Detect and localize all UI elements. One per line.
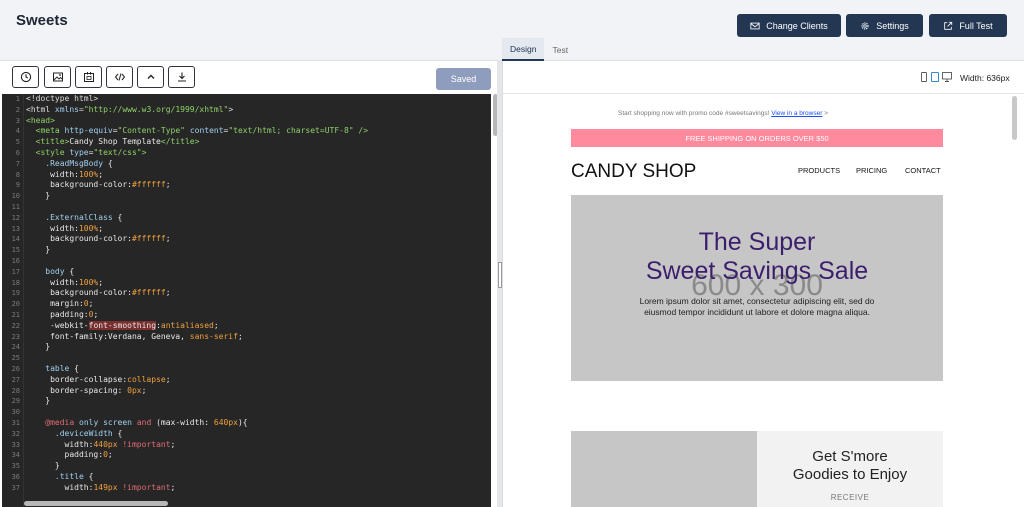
view-in-browser-link[interactable]: View in a browser — [771, 110, 822, 117]
code-content[interactable]: <!doctype html> <html xmlns="http://www.… — [26, 94, 491, 493]
line-number: 5 — [15, 138, 20, 147]
line-number: 35 — [11, 462, 20, 471]
promo-card: Get S'more Goodies to Enjoy RECEIVE — [757, 431, 943, 507]
nav-contact[interactable]: CONTACT — [905, 166, 941, 175]
line-number: 10 — [11, 192, 20, 201]
free-shipping-banner: FREE SHIPPING ON ORDERS OVER $50 — [571, 129, 943, 147]
line-number: 31 — [11, 418, 20, 427]
mobile-device-icon[interactable] — [920, 72, 928, 82]
line-number: 2 — [15, 105, 20, 114]
hero-title-line-1: The Super — [698, 228, 816, 256]
line-number: 21 — [11, 310, 20, 319]
clock-icon — [20, 71, 31, 83]
brand-logo-text: CANDY SHOP — [571, 161, 697, 182]
line-number: 34 — [11, 451, 20, 460]
line-number: 13 — [11, 224, 20, 233]
line-number: 37 — [11, 483, 20, 492]
preview-width-label: Width: 636px — [960, 73, 1010, 83]
line-number: 30 — [11, 408, 20, 417]
line-number: 36 — [11, 472, 20, 481]
download-button[interactable] — [168, 66, 195, 88]
change-clients-button[interactable]: Change Clients — [737, 14, 841, 37]
promo-text: Start shopping now with promo code #swee… — [618, 110, 772, 117]
app-title: Sweets — [16, 12, 68, 29]
gear-icon — [861, 21, 869, 30]
line-number: 16 — [11, 256, 20, 265]
history-button[interactable] — [12, 66, 39, 88]
nav-products[interactable]: PRODUCTS — [798, 166, 840, 175]
email-preview: Start shopping now with promo code #swee… — [503, 94, 1024, 507]
view-tabs: Design Test — [502, 38, 576, 61]
desktop-device-icon[interactable] — [942, 72, 952, 82]
line-number: 12 — [11, 213, 20, 222]
code-icon — [114, 73, 125, 81]
line-number: 6 — [15, 148, 20, 157]
settings-button[interactable]: Settings — [846, 14, 923, 37]
nav-pricing[interactable]: PRICING — [856, 166, 887, 175]
card-title-line-2: Goodies to Enjoy — [792, 466, 908, 483]
line-number: 26 — [11, 364, 20, 373]
envelope-icon — [750, 22, 760, 29]
download-icon — [177, 72, 186, 82]
line-number: 33 — [11, 440, 20, 449]
hero-title-line-2: Sweet Savings Sale — [645, 257, 869, 285]
line-number: 18 — [11, 278, 20, 287]
hero-banner: 600 x 300 The Super Sweet Savings Sale L… — [571, 195, 943, 381]
line-number: 3 — [15, 116, 20, 125]
preview-panel: Width: 636px Start shopping now with pro… — [502, 61, 1024, 507]
line-number: 17 — [11, 267, 20, 276]
tablet-device-icon[interactable] — [931, 72, 939, 82]
preview-scrollbar[interactable] — [1012, 96, 1017, 140]
line-number: 32 — [11, 429, 20, 438]
preview-toolbar: Width: 636px — [503, 61, 1024, 94]
snippet-icon — [83, 72, 94, 82]
app-window: Sweets Change Clients Settings Full Test… — [0, 0, 1024, 507]
full-test-button[interactable]: Full Test — [929, 14, 1007, 37]
chevron-up-icon — [147, 74, 154, 79]
code-editor[interactable]: 1 2 3 4 5 6 7 8 9 10 11 12 13 14 15 16 17 18 19 20 21 22 23 24 2… — [2, 94, 491, 507]
line-number: 22 — [11, 321, 20, 330]
top-bar: Sweets Change Clients Settings Full Test… — [0, 0, 1024, 61]
editor-toolbar: Saved — [0, 61, 497, 94]
line-number: 8 — [15, 170, 20, 179]
line-number: 29 — [11, 397, 20, 406]
editor-horizontal-scrollbar[interactable] — [24, 501, 168, 506]
line-number: 7 — [15, 159, 20, 168]
snippet-button[interactable] — [75, 66, 102, 88]
line-number: 4 — [15, 127, 20, 136]
tab-test[interactable]: Test — [544, 38, 576, 61]
image-button[interactable] — [44, 66, 71, 88]
line-number: 19 — [11, 289, 20, 298]
saved-button[interactable]: Saved — [436, 68, 491, 90]
promo-arrow: > — [822, 110, 828, 117]
line-number: 15 — [11, 246, 20, 255]
line-number: 27 — [11, 375, 20, 384]
line-number-gutter: 1 2 3 4 5 6 7 8 9 10 11 12 13 14 15 16 17 18 19 20 21 22 23 24 2… — [2, 94, 24, 507]
line-number: 23 — [11, 332, 20, 341]
promo-line: Start shopping now with promo code #swee… — [503, 110, 943, 117]
image-icon — [52, 72, 63, 82]
tab-design[interactable]: Design — [502, 38, 545, 61]
card-title-line-1: Get S'more — [812, 448, 888, 465]
full-test-label: Full Test — [959, 20, 993, 31]
line-number: 9 — [15, 181, 20, 190]
line-number: 1 — [15, 95, 20, 103]
code-view-button[interactable] — [106, 66, 133, 88]
external-link-icon — [944, 21, 953, 30]
hero-body-text: Lorem ipsum dolor sit amet, consectetur … — [639, 296, 875, 317]
change-clients-label: Change Clients — [766, 20, 828, 31]
settings-label: Settings — [876, 20, 909, 31]
line-number: 11 — [11, 202, 20, 211]
line-number: 20 — [11, 300, 20, 309]
line-number: 25 — [11, 354, 20, 363]
code-panel: Saved 1 2 3 4 5 6 7 8 9 10 11 12 13 14 15 16 17 18 19 20 21 2… — [0, 61, 497, 507]
line-number: 24 — [11, 343, 20, 352]
card-image-placeholder — [571, 431, 757, 507]
card-title: Get S'more Goodies to Enjoy — [757, 448, 943, 484]
line-number: 14 — [11, 235, 20, 244]
line-number: 28 — [11, 386, 20, 395]
card-receive-label: RECEIVE — [830, 493, 870, 502]
collapse-button[interactable] — [137, 66, 164, 88]
hero-title: The Super Sweet Savings Sale — [571, 228, 943, 286]
